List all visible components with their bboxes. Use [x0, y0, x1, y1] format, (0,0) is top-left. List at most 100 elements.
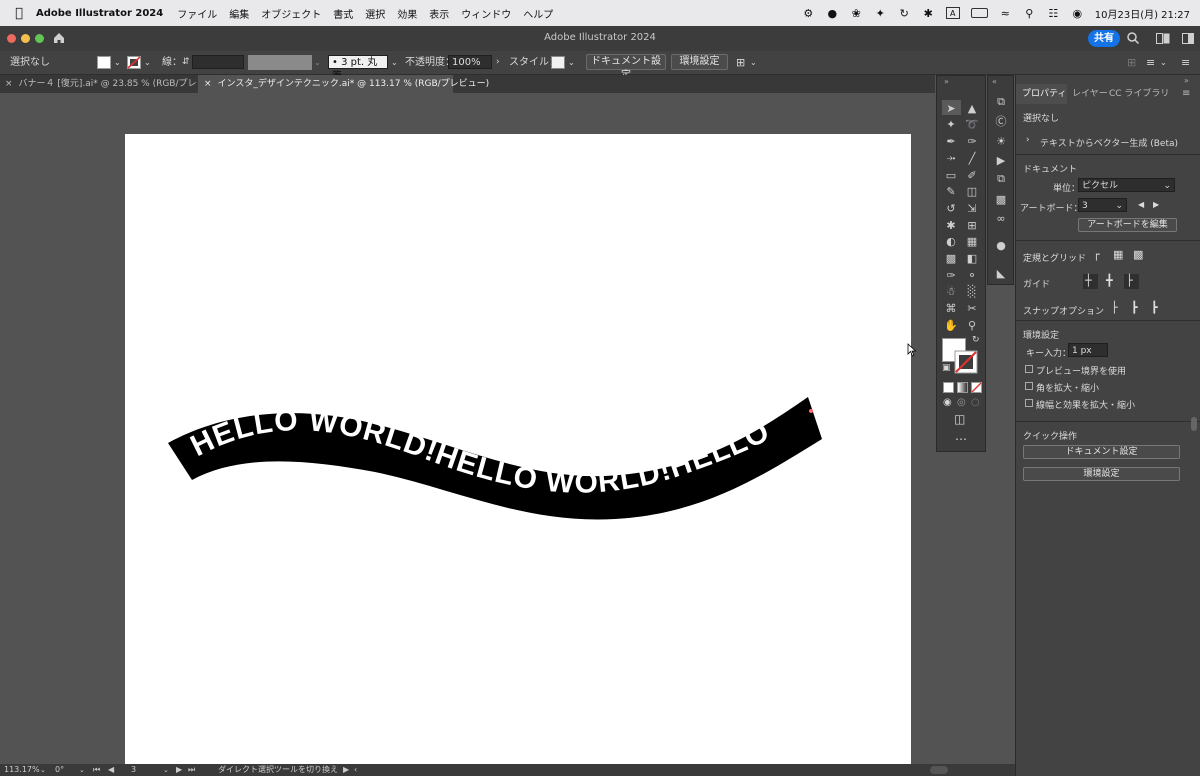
menu-window[interactable]: ウィンドウ [461, 6, 511, 21]
horizontal-scrollbar[interactable] [930, 766, 948, 774]
swap-fill-stroke-icon[interactable]: ↻ [972, 335, 980, 345]
rectangle-tool-icon[interactable]: ▭ [943, 168, 959, 182]
keyboard-input-icon[interactable]: A [945, 7, 960, 19]
panel-menu-icon[interactable]: ≡ [1182, 84, 1190, 104]
first-artboard-icon[interactable]: ⏮ [93, 764, 100, 776]
blend-tool-icon[interactable]: ⚬ [964, 268, 980, 282]
column-graph-tool-icon[interactable]: ░ [964, 284, 980, 298]
hand-tool-icon[interactable]: ✋ [943, 318, 959, 332]
stroke-none-swatch-icon[interactable] [127, 56, 141, 69]
stroke-weight-input[interactable] [192, 55, 244, 69]
creative-cloud-icon[interactable]: ● [826, 7, 839, 20]
curvature-tool-icon[interactable]: ✑ [964, 134, 980, 148]
rulers-icon[interactable]: ┌ [1093, 248, 1100, 261]
quick-document-setup-button[interactable]: ドキュメント設定 [1023, 445, 1180, 459]
pen-tool-icon[interactable]: ✒ [943, 134, 959, 148]
units-dropdown[interactable]: ピクセル ⌄ [1078, 178, 1175, 192]
edit-toolbar-icon[interactable]: ⋯ [955, 432, 967, 446]
next-artboard-icon[interactable]: ▶ [1153, 200, 1159, 209]
zoom-chevron-icon[interactable]: ⌄ [40, 764, 46, 776]
draw-normal-icon[interactable]: ◉ [943, 397, 952, 408]
menu-edit[interactable]: 編集 [229, 6, 249, 21]
screen-mode-icon[interactable]: ◫ [954, 412, 965, 426]
draw-behind-icon[interactable]: ◎ [957, 397, 966, 408]
transparency-grid-icon[interactable]: ▩ [1133, 248, 1143, 261]
mesh-tool-icon[interactable]: ▩ [943, 251, 959, 265]
previous-artboard-button-icon[interactable]: ◀ [108, 764, 114, 776]
search-icon[interactable] [1126, 31, 1140, 45]
style-chevron-icon[interactable]: ⌄ [568, 51, 575, 74]
opacity-input[interactable]: 100% [448, 55, 492, 69]
draw-inside-icon[interactable]: ○ [971, 397, 980, 408]
gradient-panel-icon[interactable]: ◣ [993, 266, 1009, 280]
last-artboard-icon[interactable]: ⏭ [188, 764, 195, 776]
lasso-tool-icon[interactable]: ➰ [964, 117, 980, 131]
appearance-panel-icon[interactable]: ☀ [993, 134, 1009, 148]
rotate-tool-icon[interactable]: ↺ [943, 201, 959, 215]
align-chevron-icon[interactable]: ⌄ [1160, 51, 1167, 74]
show-guides-icon[interactable]: ┼ [1085, 274, 1092, 287]
arrange-chevron-icon[interactable]: ⌄ [750, 51, 757, 74]
document-setup-button[interactable]: ドキュメント設定 [586, 54, 666, 81]
close-tab-icon[interactable]: × [204, 79, 212, 89]
tab-layers[interactable]: レイヤー [1072, 84, 1108, 104]
paintbrush-tool-icon[interactable]: ✐ [964, 168, 980, 182]
menu-select[interactable]: 選択 [365, 6, 385, 21]
artboard-navigator-chevron-icon[interactable]: ⌄ [163, 764, 169, 776]
wave-banner-artwork[interactable]: HELLO WORLD!HELLO WORLD!HELLO [125, 134, 911, 764]
anchor-point-marker[interactable] [809, 409, 813, 413]
color-mode-icon[interactable] [943, 382, 954, 393]
scale-strokes-checkbox[interactable] [1025, 399, 1033, 407]
time-machine-icon[interactable]: ↻ [898, 7, 911, 20]
opacity-arrow-icon[interactable]: › [496, 51, 500, 74]
pathfinder-panel-icon[interactable]: ▩ [993, 192, 1009, 206]
profile-chevron-icon[interactable]: ⌄ [314, 51, 321, 74]
default-fill-stroke-icon[interactable]: ▣ [942, 363, 951, 373]
text-to-vector-label[interactable]: テキストからベクター生成 (Beta) [1040, 136, 1178, 149]
spotlight-search-icon[interactable]: ⚲ [1023, 7, 1036, 20]
menu-object[interactable]: オブジェクト [261, 6, 321, 21]
tab-cc-libraries[interactable]: CC ライブラリ [1109, 84, 1169, 104]
snap-to-pixel-icon[interactable]: ┣ [1151, 301, 1158, 314]
gradient-tool-icon[interactable]: ◧ [964, 251, 980, 265]
quick-preferences-button[interactable]: 環境設定 [1023, 467, 1180, 481]
brush-chevron-icon[interactable]: ⌄ [391, 51, 398, 74]
rotation-value[interactable]: 0° [55, 764, 64, 776]
eraser-tool-icon[interactable]: ◫ [964, 184, 980, 198]
align-icon[interactable]: ≡ [1146, 51, 1155, 74]
menu-file[interactable]: ファイル [177, 6, 217, 21]
status-app-icon[interactable]: ⚙ [802, 7, 815, 20]
canvas[interactable]: HELLO WORLD!HELLO WORLD!HELLO [0, 93, 935, 764]
actions-panel-icon[interactable]: ▶ [993, 153, 1009, 167]
eyedropper-tool-icon[interactable]: ✑ [943, 268, 959, 282]
edit-artboards-button[interactable]: アートボードを編集 [1078, 218, 1177, 232]
gradient-mode-icon[interactable] [957, 382, 968, 393]
grid-icon[interactable]: ▦ [1113, 248, 1123, 261]
asset-export-icon[interactable]: ⧉ [993, 172, 1009, 186]
perspective-grid-tool-icon[interactable]: ▦ [964, 234, 980, 248]
tab-properties[interactable]: プロパティ [1016, 84, 1067, 104]
next-artboard-button-icon[interactable]: ▶ [176, 764, 182, 776]
artboard-number-dropdown[interactable]: 3 ⌄ [1078, 198, 1127, 212]
wifi-icon[interactable]: ≈ [999, 7, 1012, 20]
menu-type[interactable]: 書式 [333, 6, 353, 21]
snap-to-point-icon[interactable]: ├ [1111, 301, 1118, 314]
slice-tool-icon[interactable]: ✂ [964, 301, 980, 315]
width-tool-icon[interactable]: ✱ [943, 218, 959, 232]
selection-tool-icon[interactable]: ➤ [943, 101, 959, 115]
scale-corners-checkbox[interactable] [1025, 382, 1033, 390]
collapse-panel-icon[interactable]: » [944, 77, 949, 86]
menubar-clock[interactable]: 10月23日(月) 21:27 [1095, 6, 1190, 21]
scale-tool-icon[interactable]: ⇲ [964, 201, 980, 215]
character-panel-icon[interactable]: Ⓒ [993, 114, 1009, 128]
free-transform-tool-icon[interactable]: ⊞ [964, 218, 980, 232]
status-menu-arrow-icon[interactable]: ▶ [343, 764, 349, 776]
tab-insta-doc[interactable]: × インスタ_デザインテクニック.ai* @ 113.17 % (RGB/プレビュ… [198, 75, 489, 93]
keyboard-increment-input[interactable]: 1 px [1068, 343, 1108, 357]
bluetooth-icon[interactable]: ✱ [922, 7, 935, 20]
stroke-dropdown-chevron-icon[interactable]: ⌄ [144, 51, 151, 74]
transform-panel-icon[interactable]: ⧉ [993, 95, 1009, 109]
collapse-dock-icon[interactable]: « [992, 77, 997, 86]
menu-help[interactable]: ヘルプ [523, 6, 553, 21]
siri-icon[interactable]: ◉ [1071, 7, 1084, 20]
